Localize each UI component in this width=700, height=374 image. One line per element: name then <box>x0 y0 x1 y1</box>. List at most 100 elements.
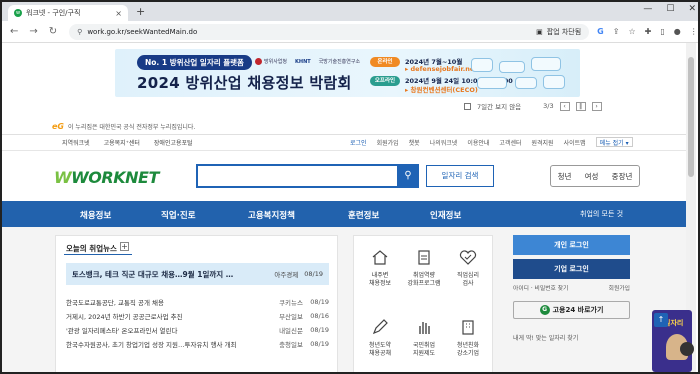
news-item[interactable]: 거제시, 2024년 하반기 공공근로사업 추진 부산일보 08/16 <box>66 309 329 323</box>
service-label: 국민취업 <box>412 342 436 349</box>
popup-blocked-label: 팝업 차단됨 <box>546 27 582 36</box>
forward-icon[interactable]: → <box>29 26 37 37</box>
event-banner[interactable]: No. 1 방위산업 일자리 플랫폼 방위사업청 KHNT 국방기술진흥연구소 … <box>115 49 580 97</box>
news-item[interactable]: 한국도로교통공단, 교통직 공개 채용 쿠키뉴스 08/19 <box>66 295 329 309</box>
news-headline[interactable]: 토스뱅크, 테크 직군 대규모 채용…9월 1일까지 … 아주경제 08/19 <box>66 263 329 285</box>
gnb-talent[interactable]: 인재정보 <box>430 209 461 221</box>
banner-next-icon[interactable]: › <box>591 101 602 111</box>
banner-logos: 방위사업청 KHNT 국방기술진흥연구소 <box>255 58 360 66</box>
popup-blocked-indicator[interactable]: ▣ 팝업 차단됨 <box>536 27 581 37</box>
gnb-all-menu[interactable]: 취업의 모든 것 <box>580 209 623 219</box>
menu-kebab-icon[interactable]: ⋮ <box>690 27 698 36</box>
find-account-link[interactable]: 아이디 · 비밀번호 찾기 <box>513 283 568 292</box>
sitemap-link[interactable]: 사이트맵 <box>564 138 586 147</box>
tab-middle-aged[interactable]: 중장년 <box>612 171 633 182</box>
worknet-logo[interactable]: WWORKNET <box>54 168 159 187</box>
target-group-tabs: 청년 여성 중장년 <box>550 165 640 187</box>
job-search-button[interactable]: 일자리 검색 <box>426 165 494 187</box>
minimize-icon[interactable]: — <box>643 4 652 14</box>
share-icon[interactable]: ⇪ <box>613 27 620 36</box>
chatbot-link[interactable]: 챗봇 <box>409 138 420 147</box>
search-input[interactable]: ⚲ <box>196 164 419 188</box>
util-link-disabled[interactable]: 장애인고용포털 <box>154 138 193 147</box>
service-national-employment[interactable]: 국민취업 지원제도 <box>406 318 442 358</box>
maximize-icon[interactable]: ☐ <box>666 4 674 14</box>
gov-notice-bar: eG 이 누리집은 대한민국 공식 전자정부 누리집입니다. <box>2 119 690 135</box>
online-tag: 온라인 <box>370 57 400 67</box>
heart-check-icon <box>459 250 477 265</box>
service-youth-friendly-sme[interactable]: 청년친화 강소기업 <box>450 318 486 358</box>
popup-blocked-icon: ▣ <box>536 27 543 36</box>
news-item[interactable]: 한국수자원공사, 초기 창업기업 성장 지원…투자유치 행사 개최 충청일보 0… <box>66 337 329 351</box>
customer-center-link[interactable]: 고객센터 <box>499 138 521 147</box>
worknet-logo-text: WORKNET <box>71 168 159 187</box>
news-item-date: 08/16 <box>310 312 329 320</box>
join-link[interactable]: 회원가입 <box>377 138 399 147</box>
hide-week-label[interactable]: 7일간 보지 않음 <box>477 101 521 111</box>
job-match-message[interactable]: 내게 딱! 맞는 일자리 찾기 <box>513 333 630 342</box>
my-worknet-link[interactable]: 나의워크넷 <box>430 138 458 147</box>
search-icon[interactable]: ⚲ <box>397 164 419 188</box>
service-label: 검사 <box>462 280 474 287</box>
service-youth-recruit[interactable]: 청년도약 채용공채 <box>362 318 398 358</box>
browser-tab[interactable]: w 워크넷 - 구인/구직 × <box>8 5 128 21</box>
puzzle-extension-icon[interactable]: ✚ <box>645 27 652 36</box>
news-list: 한국도로교통공단, 교통직 공개 채용 쿠키뉴스 08/19 거제시, 2024… <box>66 295 329 351</box>
bookmark-star-icon[interactable]: ☆ <box>628 27 635 36</box>
news-item[interactable]: '관광 일자리페스타' 온오프라인서 열린다 내일신문 08/19 <box>66 323 329 337</box>
service-label: 청년친화 <box>456 342 480 349</box>
personal-login-button[interactable]: 개인 로그인 <box>513 235 630 255</box>
company-login-button[interactable]: 기업 로그인 <box>513 259 630 279</box>
banner-pause-icon[interactable]: ‖ <box>575 101 586 111</box>
guide-link[interactable]: 이용안내 <box>467 138 489 147</box>
hide-week-checkbox[interactable] <box>464 102 471 110</box>
back-icon[interactable]: ← <box>10 26 18 37</box>
close-tab-icon[interactable]: × <box>115 9 122 18</box>
hand-icon <box>419 322 430 334</box>
related-sites: 지역워크넷 고용복지⁺센터 장애인고용포털 <box>62 138 193 147</box>
service-psych-test[interactable]: 직업심리 검사 <box>450 248 486 288</box>
dapa-logo: 방위사업청 <box>255 58 287 65</box>
banner-prev-icon[interactable]: ‹ <box>559 101 570 111</box>
reload-icon[interactable]: ↻ <box>49 26 57 37</box>
service-label: 지원제도 <box>412 350 436 357</box>
gnb-jobs[interactable]: 채용정보 <box>80 209 111 221</box>
banner-illustration <box>467 55 572 93</box>
service-capacity-program[interactable]: 취업역량 강화프로그램 <box>406 248 442 288</box>
site-info-icon[interactable]: ⚲ <box>77 28 82 36</box>
remote-support-link[interactable]: 원격지원 <box>532 138 554 147</box>
khnt-logo: KHNT <box>295 58 311 65</box>
news-item-date: 08/19 <box>310 340 329 348</box>
news-heading-underline <box>64 254 132 255</box>
util-link-regional[interactable]: 지역워크넷 <box>62 138 90 147</box>
tab-youth[interactable]: 청년 <box>558 171 572 182</box>
url-field[interactable]: ⚲ work.go.kr/seekWantedMain.do ▣ 팝업 차단됨 <box>69 23 590 40</box>
gnb-career[interactable]: 직업·진로 <box>161 209 196 221</box>
news-more-icon[interactable]: + <box>120 242 129 251</box>
address-bar: ← → ↻ ⚲ work.go.kr/seekWantedMain.do ▣ 팝… <box>2 21 698 43</box>
scrollbar-thumb[interactable] <box>688 57 694 177</box>
news-item-title: 한국수자원공사, 초기 창업기업 성장 지원…투자유치 행사 개최 <box>66 341 237 349</box>
login-link[interactable]: 로그인 <box>350 138 367 147</box>
chat-bubble-icon[interactable] <box>680 342 694 356</box>
news-headline-source: 아주경제 <box>274 271 299 279</box>
side-panel-icon[interactable]: ▯ <box>660 27 664 36</box>
service-nearby-jobs[interactable]: 내주변 채용정보 <box>362 248 398 288</box>
scroll-top-icon[interactable]: ↑ <box>654 313 668 327</box>
util-link-welfare[interactable]: 고용복지⁺센터 <box>104 138 140 147</box>
service-label: 채용공채 <box>368 350 392 357</box>
news-item-source: 쿠키뉴스 <box>279 299 303 307</box>
profile-icon[interactable]: ● <box>674 27 681 36</box>
google-extension-icon[interactable]: G <box>597 27 604 36</box>
close-window-icon[interactable]: ✕ <box>688 4 696 14</box>
menu-collapse-button[interactable]: 메뉴 접기 ▾ <box>595 137 633 147</box>
tab-women[interactable]: 여성 <box>585 171 599 182</box>
join-member-link[interactable]: 회원가입 <box>609 283 630 292</box>
gnb-training[interactable]: 훈련정보 <box>348 209 379 221</box>
goyong24-button[interactable]: G 고용24 바로가기 <box>513 301 630 319</box>
news-headline-title: 토스뱅크, 테크 직군 대규모 채용…9월 1일까지 … <box>72 269 234 279</box>
building-icon <box>462 320 474 335</box>
gnb-welfare[interactable]: 고용복지정책 <box>248 209 295 221</box>
main-content: 오늘의 취업뉴스 + 토스뱅크, 테크 직군 대규모 채용…9월 1일까지 … … <box>2 227 690 372</box>
new-tab-button[interactable]: + <box>136 5 145 18</box>
